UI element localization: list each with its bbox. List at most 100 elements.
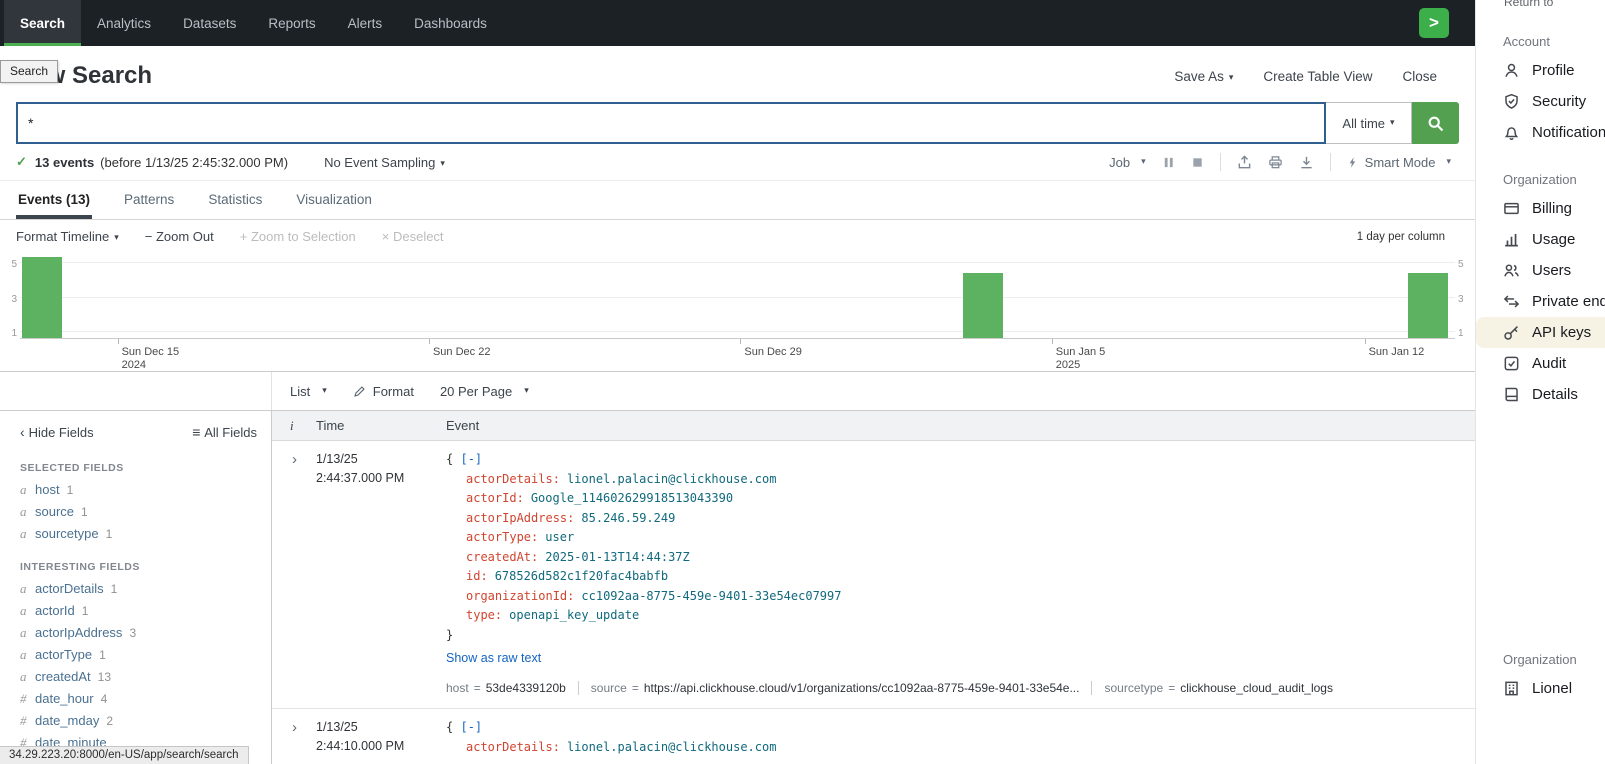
column-header-time[interactable]: Time [316, 418, 446, 433]
share-button[interactable] [1237, 155, 1252, 170]
field-item-actorIpAddress[interactable]: aactorIpAddress3 [0, 622, 271, 644]
format-label: Format [373, 384, 414, 399]
app-nav: Search Analytics Datasets Reports Alerts… [0, 0, 1475, 46]
field-item-actorId[interactable]: aactorId1 [0, 600, 271, 622]
field-item-sourcetype[interactable]: asourcetype1 [0, 523, 271, 545]
timeline-bar[interactable] [1408, 273, 1448, 338]
tab-statistics[interactable]: Statistics [206, 181, 264, 219]
event-sampling-dropdown[interactable]: No Event Sampling [324, 155, 445, 170]
x-axis-tick: Sun Dec 29 [740, 339, 801, 359]
event-time: 1/13/25 2:44:37.000 PM [316, 450, 446, 698]
field-type-icon: a [20, 482, 28, 498]
search-input-wrap [16, 102, 1326, 144]
nav-item-alerts[interactable]: Alerts [332, 0, 399, 46]
timeline-plot[interactable] [20, 253, 1455, 339]
nav-item-dashboards[interactable]: Dashboards [398, 0, 503, 46]
field-item-date_hour[interactable]: #date_hour4 [0, 688, 271, 710]
nav-item-analytics[interactable]: Analytics [81, 0, 167, 46]
zoom-out-label: Zoom Out [156, 229, 214, 244]
panel-item-users[interactable]: Users [1476, 255, 1605, 286]
y-axis-label: 3 [5, 294, 17, 305]
timeline-bar[interactable] [22, 257, 62, 339]
panel-item-label: Usage [1532, 231, 1575, 248]
collapse-json-link[interactable]: [-] [460, 452, 482, 466]
collapse-json-link[interactable]: [-] [460, 720, 482, 734]
stop-button[interactable] [1191, 156, 1204, 169]
cloud-settings-panel: Return to Account Profile Security Notif… [1475, 0, 1605, 764]
create-table-view-button[interactable]: Create Table View [1263, 69, 1372, 84]
export-button[interactable] [1299, 155, 1314, 170]
list-view-dropdown[interactable]: List [290, 384, 327, 399]
panel-item-label: Audit [1532, 355, 1566, 372]
panel-item-organization-lionel[interactable]: Lionel [1476, 673, 1605, 704]
show-raw-text-link[interactable]: Show as raw text [446, 649, 1475, 669]
column-header-info[interactable]: i [272, 418, 316, 434]
field-item-actorDetails[interactable]: aactorDetails1 [0, 578, 271, 600]
pause-button[interactable] [1162, 156, 1175, 169]
book-icon [1503, 386, 1520, 403]
field-item-host[interactable]: ahost1 [0, 479, 271, 501]
row-expander-chevron[interactable] [272, 718, 316, 757]
field-item-actorType[interactable]: aactorType1 [0, 644, 271, 666]
all-fields-button[interactable]: All Fields [192, 424, 257, 440]
event-count-detail: (before 1/13/25 2:45:32.000 PM) [100, 155, 288, 170]
tab-visualization[interactable]: Visualization [294, 181, 374, 219]
print-button[interactable] [1268, 155, 1283, 170]
field-type-icon: a [20, 504, 28, 520]
panel-item-api-keys[interactable]: API keys [1476, 317, 1605, 348]
zoom-to-selection-label: Zoom to Selection [251, 229, 356, 244]
column-header-event[interactable]: Event [446, 418, 1475, 433]
return-to-link[interactable]: Return to [1504, 0, 1553, 9]
search-mode-dropdown[interactable]: Smart Mode [1347, 155, 1451, 170]
timeline-bar[interactable] [963, 273, 1003, 338]
nav-item-search[interactable]: Search [4, 0, 81, 46]
event-json: { [-] actorDetailslionel.palacin@clickho… [446, 718, 1475, 757]
tab-events[interactable]: Events (13) [16, 181, 92, 219]
panel-item-security[interactable]: Security [1476, 86, 1605, 117]
search-button[interactable] [1412, 102, 1459, 144]
search-input[interactable] [18, 104, 1324, 142]
panel-item-notifications[interactable]: Notifications [1476, 117, 1605, 148]
results-content: Hide Fields All Fields SELECTED FIELDS a… [0, 411, 1475, 764]
job-menu[interactable]: Job [1109, 155, 1146, 170]
field-type-icon: a [20, 581, 28, 597]
nav-item-datasets[interactable]: Datasets [167, 0, 252, 46]
zoom-to-selection-button[interactable]: Zoom to Selection [240, 229, 356, 244]
panel-item-label: Users [1532, 262, 1571, 279]
nav-item-reports[interactable]: Reports [252, 0, 331, 46]
app-logo-icon[interactable]: > [1419, 8, 1449, 38]
deselect-button[interactable]: Deselect [382, 229, 444, 244]
job-controls: Job Smart Mode [1109, 153, 1451, 171]
event-sampling-label: No Event Sampling [324, 155, 435, 170]
close-button[interactable]: Close [1402, 69, 1437, 84]
panel-item-details[interactable]: Details [1476, 379, 1605, 410]
x-axis-tick: Sun Dec 22 [429, 339, 490, 359]
per-page-dropdown[interactable]: 20 Per Page [440, 384, 529, 399]
panel-item-billing[interactable]: Billing [1476, 193, 1605, 224]
field-item-createdAt[interactable]: acreatedAt13 [0, 666, 271, 688]
save-as-button[interactable]: Save As [1174, 69, 1233, 84]
event-json: { [-] actorDetailslionel.palacin@clickho… [446, 450, 1475, 698]
panel-item-audit[interactable]: Audit [1476, 348, 1605, 379]
x-axis-tick: Sun Jan 12 [1365, 339, 1425, 359]
panel-item-profile[interactable]: Profile [1476, 55, 1605, 86]
format-timeline-dropdown[interactable]: Format Timeline [16, 229, 119, 244]
time-range-picker[interactable]: All time [1326, 102, 1412, 144]
row-expander-chevron[interactable] [272, 450, 316, 698]
panel-item-usage[interactable]: Usage [1476, 224, 1605, 255]
format-button[interactable]: Format [353, 384, 414, 399]
nav-item-label: Datasets [183, 16, 236, 31]
x-axis-tick: Sun Jan 52025 [1052, 339, 1106, 372]
field-item-date_mday[interactable]: #date_mday2 [0, 710, 271, 732]
zoom-out-button[interactable]: Zoom Out [145, 229, 214, 244]
browser-link-preview: 34.29.223.20:8000/en-US/app/search/searc… [0, 746, 249, 764]
field-item-source[interactable]: asource1 [0, 501, 271, 523]
tab-patterns[interactable]: Patterns [122, 181, 176, 219]
panel-item-private-endpoints[interactable]: Private endpoints [1476, 286, 1605, 317]
meta-field[interactable]: source [591, 679, 627, 699]
toolbar-separator [1330, 153, 1331, 171]
hide-fields-button[interactable]: Hide Fields [20, 424, 94, 440]
meta-field[interactable]: host [446, 679, 469, 699]
nav-item-label: Alerts [348, 16, 383, 31]
meta-field[interactable]: sourcetype [1104, 679, 1163, 699]
